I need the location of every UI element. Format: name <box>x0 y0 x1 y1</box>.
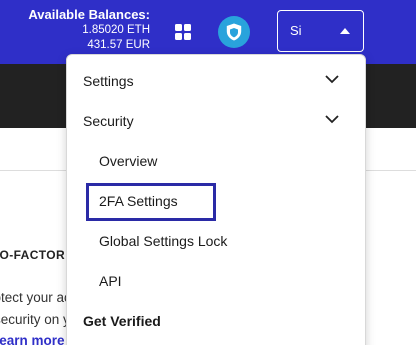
menu-item-overview[interactable]: Overview <box>67 142 365 182</box>
shield-icon <box>226 23 242 41</box>
available-balances: Available Balances: 1.85020 ETH 431.57 E… <box>28 6 150 53</box>
menu-item-label: API <box>99 273 122 289</box>
focus-highlight-box <box>86 183 216 221</box>
balances-title: Available Balances: <box>28 7 150 22</box>
section-heading: TWO-FACTOR AUTHENTICATION <box>0 248 66 262</box>
menu-item-label: Settings <box>83 73 134 89</box>
account-menu-button[interactable]: Sign in <box>277 10 364 52</box>
menu-item-label: Security <box>83 113 134 129</box>
chevron-down-icon <box>325 115 339 124</box>
grid-icon[interactable] <box>175 24 191 40</box>
balance-eur: 431.57 EUR <box>87 39 150 51</box>
body-text-line-1: Protect your account <box>0 290 66 305</box>
account-dropdown-menu: Settings Security Overview 2FA Settings … <box>66 54 366 345</box>
security-shield-button[interactable] <box>218 16 250 48</box>
body-text-line-2: security on your <box>0 312 66 327</box>
balance-eth: 1.85020 ETH <box>82 24 150 36</box>
menu-item-global-settings-lock[interactable]: Global Settings Lock <box>67 222 365 262</box>
menu-item-settings[interactable]: Settings <box>67 62 365 102</box>
learn-more-link[interactable]: Learn more <box>0 333 66 345</box>
menu-item-label: Global Settings Lock <box>99 233 228 249</box>
menu-item-label: Overview <box>99 153 158 169</box>
menu-item-api[interactable]: API <box>67 262 365 302</box>
menu-item-label: Get Verified <box>83 313 161 329</box>
chevron-down-icon <box>325 75 339 84</box>
caret-up-icon <box>340 28 350 34</box>
menu-item-get-verified[interactable]: Get Verified <box>67 302 365 342</box>
menu-item-security[interactable]: Security <box>67 102 365 142</box>
account-button-label: Sign in <box>290 23 302 38</box>
